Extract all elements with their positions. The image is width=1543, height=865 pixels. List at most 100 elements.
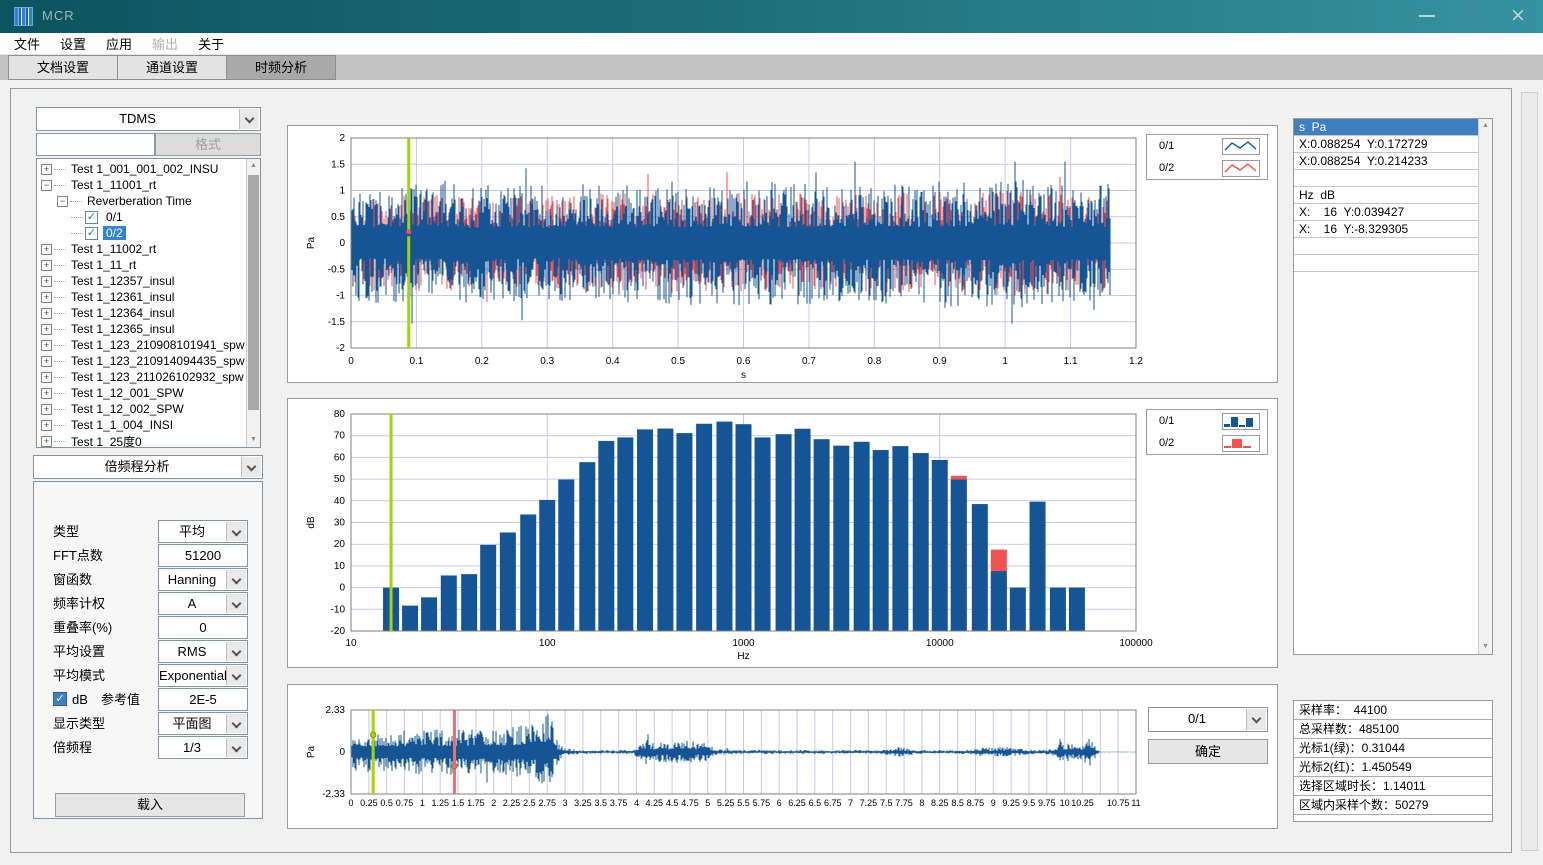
tree-item[interactable]: −Reverberation Time: [37, 193, 246, 209]
filter-input[interactable]: [36, 133, 155, 156]
param-dropdown[interactable]: A: [158, 592, 248, 615]
menu-item[interactable]: 输出: [152, 34, 178, 53]
expander-icon[interactable]: +: [41, 276, 52, 287]
readout-row[interactable]: X:0.088254 Y:0.172729: [1294, 136, 1478, 153]
tree-item[interactable]: +Test 1_123_210908101941_spw: [37, 337, 246, 353]
chevron-down-icon[interactable]: [226, 666, 246, 685]
chevron-down-icon[interactable]: [226, 570, 246, 589]
tree-item[interactable]: +Test 1_12364_insul: [37, 305, 246, 321]
menu-item[interactable]: 设置: [60, 34, 86, 53]
tree-item[interactable]: +Test 1_123_211026102932_spw: [37, 369, 246, 385]
scroll-down-icon[interactable]: ▼: [247, 433, 260, 447]
expander-icon[interactable]: −: [41, 180, 52, 191]
expander-icon[interactable]: +: [41, 436, 52, 447]
tree-item[interactable]: +Test 1_12365_insul: [37, 321, 246, 337]
file-format-dropdown[interactable]: TDMS: [36, 107, 261, 131]
ref-value-input[interactable]: 2E-5: [158, 688, 248, 711]
param-dropdown[interactable]: 平均: [158, 520, 248, 543]
param-input[interactable]: 0: [158, 616, 248, 639]
param-dropdown[interactable]: 平面图: [158, 712, 248, 735]
minimize-button[interactable]: [1410, 0, 1444, 30]
param-dropdown[interactable]: RMS: [158, 640, 248, 663]
expander-icon[interactable]: +: [41, 324, 52, 335]
time-zoom-chart[interactable]: 00.10.20.30.40.50.60.70.80.911.11.2-2-1.…: [288, 126, 1279, 384]
tree-item[interactable]: +Test 1_123_210914094435_spw: [37, 353, 246, 369]
readout-row[interactable]: [1294, 238, 1478, 255]
tree-item[interactable]: +Test 1_11002_rt: [37, 241, 246, 257]
expander-icon[interactable]: +: [41, 308, 52, 319]
svg-text:8.5: 8.5: [951, 798, 964, 808]
load-button[interactable]: 载入: [55, 793, 245, 817]
checkbox[interactable]: ✓: [85, 211, 98, 224]
chevron-down-icon[interactable]: [226, 594, 246, 613]
readout-row[interactable]: X:0.088254 Y:0.214233: [1294, 153, 1478, 170]
menu-item[interactable]: 应用: [106, 34, 132, 53]
scroll-up-icon[interactable]: ▲: [247, 159, 260, 173]
readout-row[interactable]: [1294, 255, 1478, 272]
svg-text:100: 100: [539, 638, 556, 649]
expander-icon[interactable]: +: [41, 388, 52, 399]
tab-通道设置[interactable]: 通道设置: [118, 55, 227, 80]
tree-item[interactable]: +Test 1_12361_insul: [37, 289, 246, 305]
tree-scrollbar[interactable]: ▲ ▼: [246, 159, 260, 447]
readout-row[interactable]: Hz dB: [1294, 187, 1478, 204]
tree-item[interactable]: +Test 1_12357_insul: [37, 273, 246, 289]
maximize-button[interactable]: [1455, 0, 1489, 30]
tree-item[interactable]: −Test 1_11001_rt: [37, 177, 246, 193]
chevron-down-icon[interactable]: [226, 642, 246, 661]
chevron-down-icon[interactable]: [241, 457, 261, 477]
chevron-down-icon[interactable]: [226, 738, 246, 757]
expander-icon[interactable]: −: [57, 196, 68, 207]
expander-icon[interactable]: +: [41, 356, 52, 367]
scroll-down-icon[interactable]: ▼: [1479, 640, 1492, 654]
menu-item[interactable]: 关于: [198, 34, 224, 53]
chevron-down-icon[interactable]: [1246, 709, 1266, 730]
param-dropdown[interactable]: Exponential: [158, 664, 248, 687]
tree-item[interactable]: ✓0/1: [37, 209, 246, 225]
readout-row[interactable]: X: 16 Y:-8.329305: [1294, 221, 1478, 238]
format-button[interactable]: 格式: [155, 133, 261, 156]
expander-icon[interactable]: +: [41, 244, 52, 255]
expander-icon[interactable]: +: [41, 340, 52, 351]
scroll-up-icon[interactable]: ▲: [1479, 119, 1492, 133]
db-checkbox[interactable]: ✓: [53, 692, 67, 706]
window-scrollbar[interactable]: [1521, 92, 1538, 851]
expander-icon[interactable]: +: [41, 164, 52, 175]
tree-item[interactable]: +Test 1_11_rt: [37, 257, 246, 273]
tree-item[interactable]: +Test 1_1_004_INSI: [37, 417, 246, 433]
expander-icon[interactable]: +: [41, 404, 52, 415]
tree-item[interactable]: +Test 1_25度0: [37, 433, 246, 448]
channel-dropdown[interactable]: 0/1: [1148, 707, 1268, 732]
expander-icon[interactable]: +: [41, 372, 52, 383]
chevron-down-icon[interactable]: [226, 522, 246, 541]
chevron-down-icon[interactable]: [239, 109, 259, 129]
octave-spectrum-chart[interactable]: 10100100010000100000-20-1001020304050607…: [288, 399, 1279, 669]
param-input[interactable]: 51200: [158, 544, 248, 567]
checkbox[interactable]: ✓: [85, 227, 98, 240]
tree-connector: [70, 201, 82, 202]
tree-item[interactable]: +Test 1_001_001_002_INSU: [37, 161, 246, 177]
tree-item[interactable]: +Test 1_12_002_SPW: [37, 401, 246, 417]
param-dropdown[interactable]: 1/3: [158, 736, 248, 759]
tree-item[interactable]: ✓0/2: [37, 225, 246, 241]
tree-item[interactable]: +Test 1_12_001_SPW: [37, 385, 246, 401]
scrollbar-thumb[interactable]: [248, 175, 259, 410]
tab-文档设置[interactable]: 文档设置: [8, 55, 118, 80]
expander-icon[interactable]: +: [41, 292, 52, 303]
readout-row[interactable]: s Pa: [1294, 119, 1478, 136]
param-dropdown[interactable]: Hanning: [158, 568, 248, 591]
confirm-button[interactable]: 确定: [1148, 739, 1268, 764]
menu-item[interactable]: 文件: [14, 34, 40, 53]
expander-icon[interactable]: +: [41, 260, 52, 271]
close-button[interactable]: ×: [1501, 0, 1535, 30]
analysis-type-dropdown[interactable]: 倍频程分析: [33, 455, 263, 479]
readout-row[interactable]: [1294, 170, 1478, 187]
svg-text:3.5: 3.5: [595, 798, 608, 808]
expander-icon[interactable]: +: [41, 420, 52, 431]
time-overview-chart[interactable]: 00.250.50.7511.251.51.7522.252.52.7533.2…: [288, 685, 1279, 830]
tree-connector: [71, 233, 83, 234]
readout-row[interactable]: X: 16 Y:0.039427: [1294, 204, 1478, 221]
chevron-down-icon[interactable]: [226, 714, 246, 733]
tab-时频分析[interactable]: 时频分析: [227, 55, 336, 80]
readout-scrollbar[interactable]: ▲ ▼: [1478, 119, 1492, 654]
